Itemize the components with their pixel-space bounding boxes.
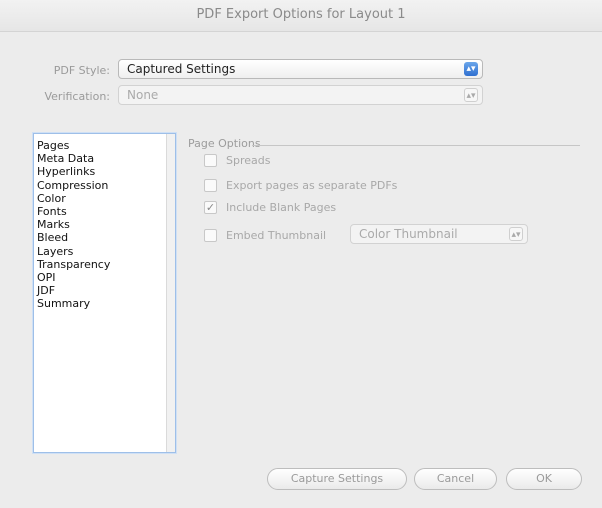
category-item[interactable]: Summary <box>37 297 175 310</box>
spreads-label: Spreads <box>226 154 271 167</box>
separate-pdfs-checkbox[interactable] <box>204 179 217 192</box>
blank-pages-label: Include Blank Pages <box>226 201 337 214</box>
pdf-style-label: PDF Style: <box>53 64 110 77</box>
embed-thumbnail-label: Embed Thumbnail <box>226 229 327 242</box>
category-item[interactable]: OPI <box>37 271 175 284</box>
capture-settings-button[interactable]: Capture Settings <box>267 468 407 490</box>
separate-pdfs-label: Export pages as separate PDFs <box>226 179 398 192</box>
category-list-items: Pages Meta Data Hyperlinks Compression Color… <box>34 134 175 311</box>
category-item[interactable]: Layers <box>37 245 175 258</box>
thumbnail-value: Color Thumbnail <box>359 227 458 241</box>
category-item[interactable]: Hyperlinks <box>37 165 175 178</box>
verification-label: Verification: <box>44 90 110 103</box>
category-item[interactable]: Fonts <box>37 205 175 218</box>
embed-thumbnail-checkbox[interactable] <box>204 229 217 242</box>
title-bar: PDF Export Options for Layout 1 <box>0 0 602 32</box>
verification-value: None <box>127 88 159 102</box>
category-item[interactable]: Meta Data <box>37 152 175 165</box>
category-item[interactable]: Bleed <box>37 231 175 244</box>
page-options-title: Page Options <box>188 137 261 150</box>
thumbnail-popup[interactable]: Color Thumbnail ▴▾ <box>350 224 528 244</box>
popup-arrows-icon: ▴▾ <box>464 88 478 102</box>
group-divider <box>252 145 580 146</box>
category-item[interactable]: Pages <box>37 139 175 152</box>
category-item[interactable]: Color <box>37 192 175 205</box>
popup-arrows-icon: ▴▾ <box>509 227 523 241</box>
category-item[interactable]: Compression <box>37 179 175 192</box>
ok-button[interactable]: OK <box>506 468 582 490</box>
verification-popup[interactable]: None ▴▾ <box>118 85 483 105</box>
category-list[interactable]: Pages Meta Data Hyperlinks Compression Color… <box>33 133 176 453</box>
window-title: PDF Export Options for Layout 1 <box>196 7 406 22</box>
pdf-style-popup[interactable]: Captured Settings ▴▾ <box>118 59 483 79</box>
blank-pages-checkbox[interactable]: ✓ <box>204 201 217 214</box>
popup-arrows-icon: ▴▾ <box>464 62 478 76</box>
cancel-button[interactable]: Cancel <box>414 468 497 490</box>
category-item[interactable]: Transparency <box>37 258 175 271</box>
category-item[interactable]: JDF <box>37 284 175 297</box>
pdf-style-value: Captured Settings <box>127 62 236 76</box>
spreads-checkbox[interactable] <box>204 154 217 167</box>
category-item[interactable]: Marks <box>37 218 175 231</box>
list-scrollbar[interactable] <box>166 134 175 452</box>
